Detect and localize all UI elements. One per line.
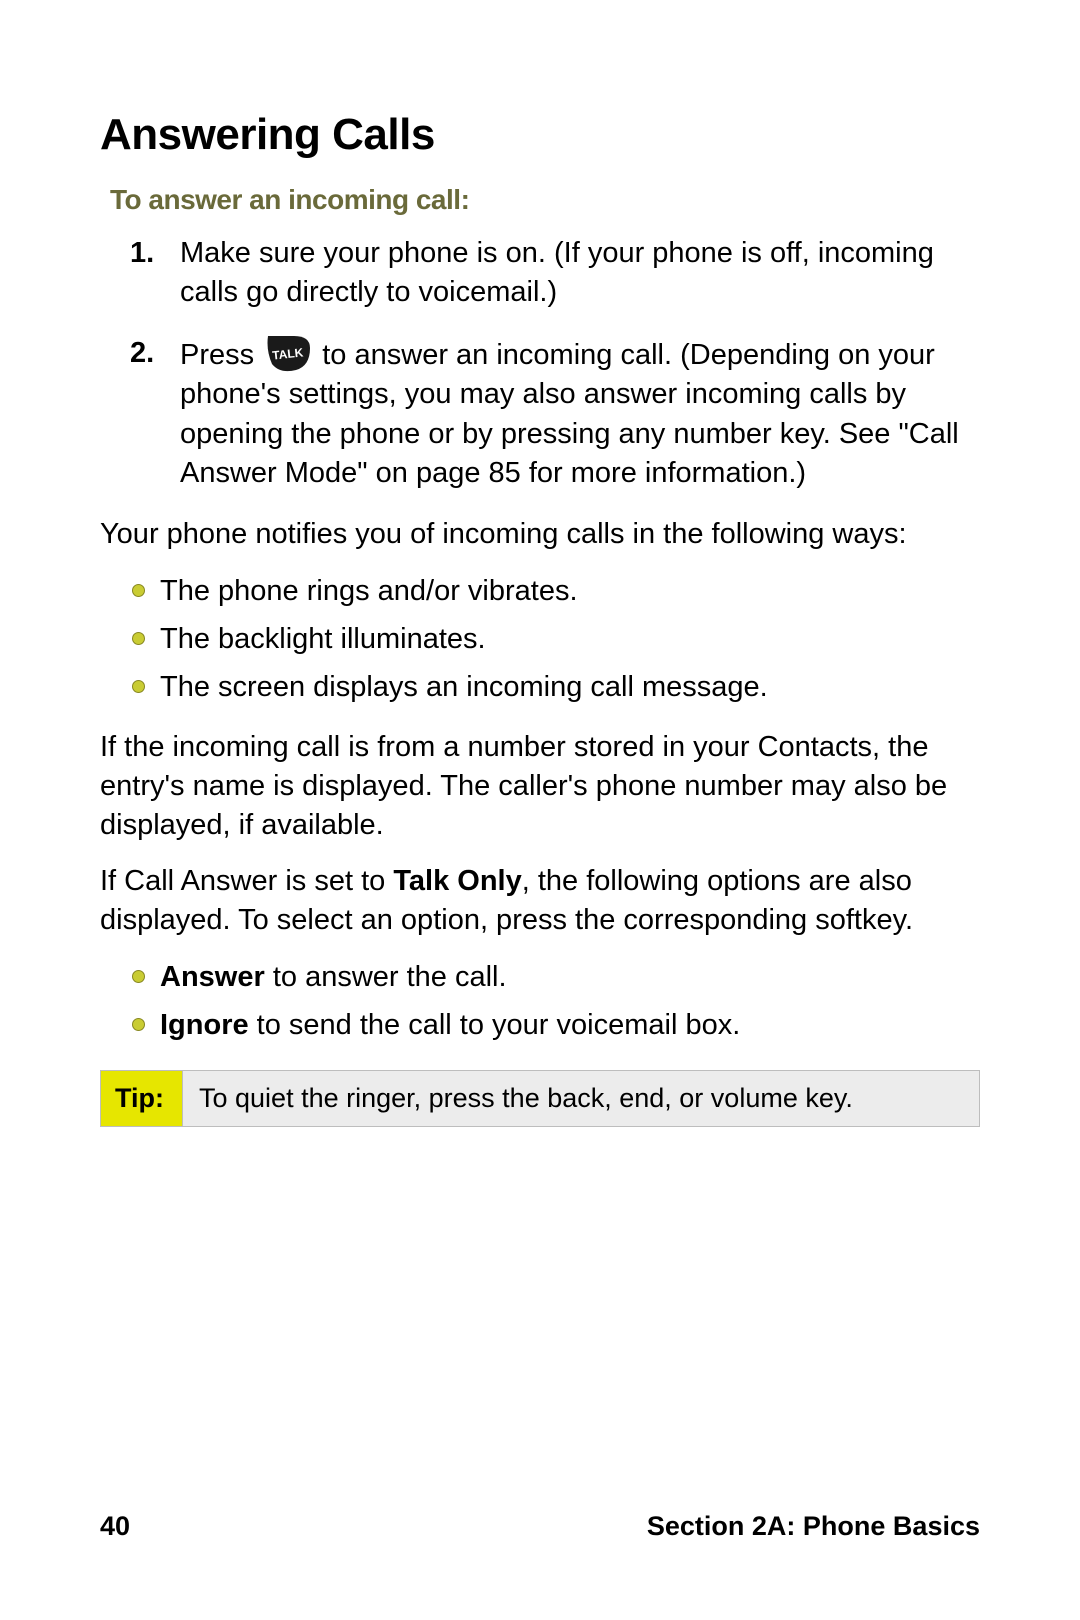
contacts-paragraph: If the incoming call is from a number st… bbox=[100, 728, 980, 845]
bold-ignore: Ignore bbox=[160, 1009, 249, 1041]
subheading: To answer an incoming call: bbox=[110, 184, 980, 216]
talkonly-paragraph: If Call Answer is set to Talk Only, the … bbox=[100, 862, 980, 940]
list-item: Answer to answer the call. bbox=[160, 956, 980, 998]
page-title: Answering Calls bbox=[100, 110, 980, 160]
text-fragment: If Call Answer is set to bbox=[100, 865, 393, 897]
tip-label: Tip: bbox=[101, 1071, 183, 1126]
options-bullets: Answer to answer the call. Ignore to sen… bbox=[100, 956, 980, 1046]
step-text: Make sure your phone is on. (If your pho… bbox=[180, 237, 934, 308]
page-number: 40 bbox=[100, 1511, 130, 1542]
list-item: Ignore to send the call to your voicemai… bbox=[160, 1004, 980, 1046]
bold-answer: Answer bbox=[160, 961, 265, 993]
steps-list: 1. Make sure your phone is on. (If your … bbox=[100, 234, 980, 493]
list-item: The screen displays an incoming call mes… bbox=[160, 666, 980, 708]
step-1: 1. Make sure your phone is on. (If your … bbox=[180, 234, 980, 312]
notify-intro: Your phone notifies you of incoming call… bbox=[100, 515, 980, 554]
list-item: The backlight illuminates. bbox=[160, 618, 980, 660]
step-number: 2. bbox=[130, 334, 154, 373]
talk-key-icon: TALK bbox=[266, 334, 310, 372]
step-2: 2. Press TALK to answer an incoming call… bbox=[180, 334, 980, 493]
step-number: 1. bbox=[130, 234, 154, 273]
notify-bullets: The phone rings and/or vibrates. The bac… bbox=[100, 570, 980, 708]
text-fragment: to send the call to your voicemail box. bbox=[249, 1009, 741, 1041]
step-text-before: Press bbox=[180, 339, 262, 371]
text-fragment: to answer the call. bbox=[265, 961, 507, 993]
tip-text: To quiet the ringer, press the back, end… bbox=[183, 1071, 979, 1126]
list-item: The phone rings and/or vibrates. bbox=[160, 570, 980, 612]
page-footer: 40 Section 2A: Phone Basics bbox=[100, 1511, 980, 1542]
section-label: Section 2A: Phone Basics bbox=[647, 1511, 980, 1542]
tip-box: Tip: To quiet the ringer, press the back… bbox=[100, 1070, 980, 1127]
bold-talk-only: Talk Only bbox=[393, 865, 521, 897]
manual-page: Answering Calls To answer an incoming ca… bbox=[0, 0, 1080, 1620]
